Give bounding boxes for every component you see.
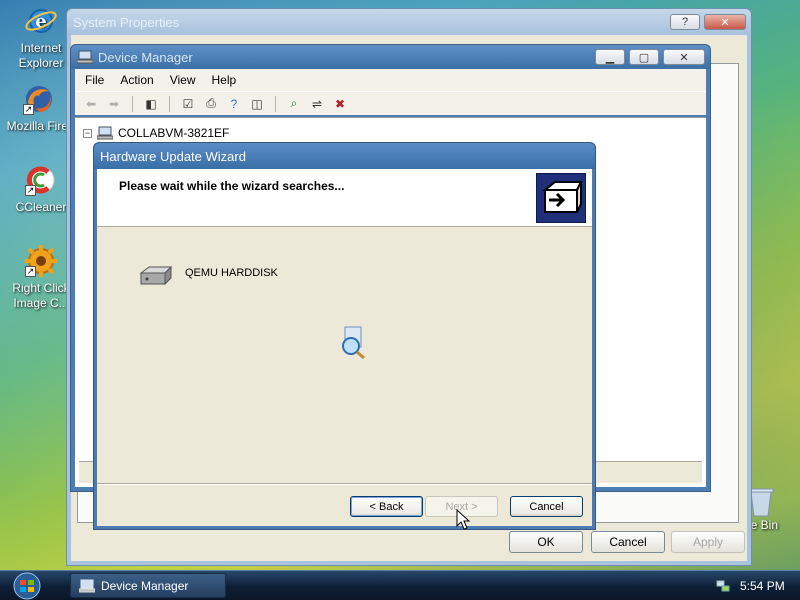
show-hide-action-pane-icon[interactable]: ◫: [249, 96, 265, 112]
system-properties-titlebar[interactable]: System Properties ? ✕: [67, 9, 751, 35]
window-title: Device Manager: [98, 49, 193, 65]
menu-view[interactable]: View: [170, 73, 196, 87]
ok-button[interactable]: OK: [509, 531, 583, 553]
close-button[interactable]: ✕: [704, 14, 746, 30]
properties-icon[interactable]: ☑: [180, 96, 196, 112]
wizard-header: Please wait while the wizard searches...: [97, 169, 592, 227]
device-manager-titlebar[interactable]: Device Manager ▁ ▢ ✕: [71, 45, 710, 69]
device-name: QEMU HARDDISK: [185, 267, 278, 279]
hardware-update-wizard-window: Hardware Update Wizard Please wait while…: [93, 142, 596, 530]
computer-icon: [79, 579, 95, 593]
shortcut-arrow-icon: ↗: [25, 185, 36, 196]
help-icon[interactable]: ?: [226, 96, 242, 112]
desktop-icon-label: Internet Explorer: [18, 41, 64, 70]
minimize-button[interactable]: ▁: [595, 49, 625, 65]
toolbar: ⬅ ➡ ◧ ☑ ⎙ ? ◫ ⌕ ⇌ ✖: [75, 91, 706, 115]
print-icon[interactable]: ⎙: [203, 96, 219, 112]
desktop-icon-label: Mozilla Firef: [6, 119, 72, 133]
wizard-titlebar[interactable]: Hardware Update Wizard: [94, 143, 595, 169]
wizard-header-text: Please wait while the wizard searches...: [119, 179, 345, 193]
help-button[interactable]: ?: [670, 14, 700, 30]
wizard-body: Please wait while the wizard searches...: [97, 169, 592, 526]
desktop-icon-label: CCleaner: [15, 200, 67, 214]
shortcut-arrow-icon: ↗: [25, 266, 36, 277]
show-hide-tree-icon[interactable]: ◧: [143, 96, 159, 112]
ccleaner-icon: ↗: [24, 163, 58, 197]
back-button[interactable]: < Back: [350, 496, 423, 517]
menu-action[interactable]: Action: [120, 73, 153, 87]
menu-help[interactable]: Help: [212, 73, 237, 87]
taskbar-item-device-manager[interactable]: Device Manager: [70, 573, 226, 598]
scan-hardware-icon[interactable]: ⌕: [286, 96, 302, 112]
forward-arrow-icon[interactable]: ➡: [106, 96, 122, 112]
expander-icon[interactable]: −: [83, 128, 92, 138]
clock[interactable]: 5:54 PM: [740, 579, 785, 593]
mouse-cursor-icon: [456, 508, 471, 534]
hard-disk-icon: [139, 265, 173, 290]
close-button[interactable]: ✕: [663, 49, 705, 65]
desktop-icon-label: Right Click Image C...: [12, 281, 70, 310]
taskbar: Device Manager 5:54 PM: [0, 570, 800, 600]
toolbar-separator: [169, 95, 170, 112]
toolbar-separator: [132, 95, 133, 112]
menu-file[interactable]: File: [85, 73, 104, 87]
shortcut-arrow-icon: ↗: [23, 104, 34, 115]
toolbar-separator: [275, 95, 276, 112]
wizard-divider: [97, 483, 592, 485]
window-title: Hardware Update Wizard: [100, 148, 246, 164]
device-row: QEMU HARDDISK: [139, 265, 278, 290]
hardware-wizard-logo-icon: [536, 173, 586, 223]
network-icon[interactable]: [716, 579, 730, 593]
taskbar-item-label: Device Manager: [101, 578, 189, 593]
tree-root-node[interactable]: − COLLABVM-3821EF: [83, 126, 229, 140]
computer-icon: [77, 50, 93, 64]
window-title: System Properties: [73, 14, 180, 30]
computer-icon: [97, 126, 113, 140]
uninstall-icon[interactable]: ✖: [332, 96, 348, 112]
system-tray: 5:54 PM: [708, 571, 800, 600]
searching-magnifier-icon: [339, 326, 367, 363]
internet-explorer-icon: e: [24, 4, 58, 38]
gear-icon: ↗: [24, 244, 58, 278]
menu-bar: File Action View Help: [75, 69, 706, 91]
apply-button[interactable]: Apply: [671, 531, 745, 553]
tree-root-label: COLLABVM-3821EF: [118, 126, 230, 140]
cancel-button[interactable]: Cancel: [591, 531, 665, 553]
cancel-button[interactable]: Cancel: [510, 496, 583, 517]
back-arrow-icon[interactable]: ⬅: [83, 96, 99, 112]
firefox-icon: ↗: [22, 82, 56, 116]
start-button[interactable]: [8, 572, 46, 600]
update-driver-icon[interactable]: ⇌: [309, 96, 325, 112]
maximize-button[interactable]: ▢: [629, 49, 659, 65]
